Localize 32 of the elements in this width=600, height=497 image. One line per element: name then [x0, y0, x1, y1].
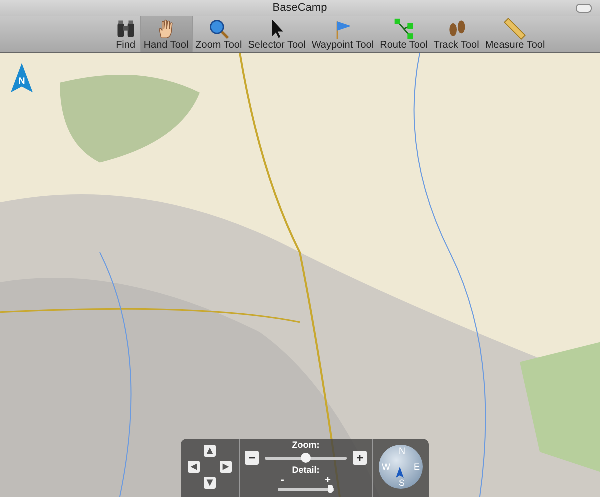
compass-direction-label: W: [382, 463, 390, 472]
pan-left-button[interactable]: [188, 461, 200, 473]
compass-direction-label: N: [399, 447, 406, 456]
detail-more-label: +: [325, 476, 331, 485]
zoom-out-button[interactable]: −: [245, 451, 259, 465]
toolbar-tool-button[interactable]: Measure Tool: [482, 16, 548, 52]
toolbar-tool-button[interactable]: Track Tool: [430, 16, 482, 52]
zoom-label: Zoom:: [292, 440, 320, 451]
toolbar-tool-button[interactable]: Find: [112, 16, 140, 52]
compass-direction-label: E: [414, 463, 420, 472]
pan-up-button[interactable]: [204, 445, 216, 457]
toolbar-tool-button[interactable]: Zoom Tool: [192, 16, 246, 52]
toolbar-tool-button[interactable]: Route Tool: [377, 16, 431, 52]
topographic-map[interactable]: N Zoom: − + Detail: - + N E S W: [0, 53, 600, 497]
pan-down-button[interactable]: [204, 477, 216, 489]
compass-direction-label: S: [399, 479, 406, 488]
zoom-in-button[interactable]: +: [353, 451, 367, 465]
toolbar-tool-button[interactable]: Selector Tool: [245, 16, 309, 52]
detail-label: Detail:: [292, 465, 320, 476]
compass-needle-icon: [396, 467, 404, 478]
north-arrow-icon: N: [11, 63, 33, 93]
detail-slider-thumb[interactable]: [328, 485, 334, 493]
toolbar-tool-button[interactable]: Waypoint Tool: [308, 16, 378, 52]
window-title: BaseCamp: [272, 2, 328, 14]
detail-slider[interactable]: [278, 485, 334, 493]
toolbar-toggle-button[interactable]: [576, 4, 592, 13]
toolbar-tool-button[interactable]: Hand Tool: [140, 16, 193, 52]
pan-right-button[interactable]: [220, 461, 232, 473]
zoom-slider-thumb[interactable]: [301, 452, 311, 462]
magnifier-icon: [208, 18, 230, 40]
route-icon: [392, 18, 415, 40]
detail-less-label: -: [281, 476, 284, 485]
